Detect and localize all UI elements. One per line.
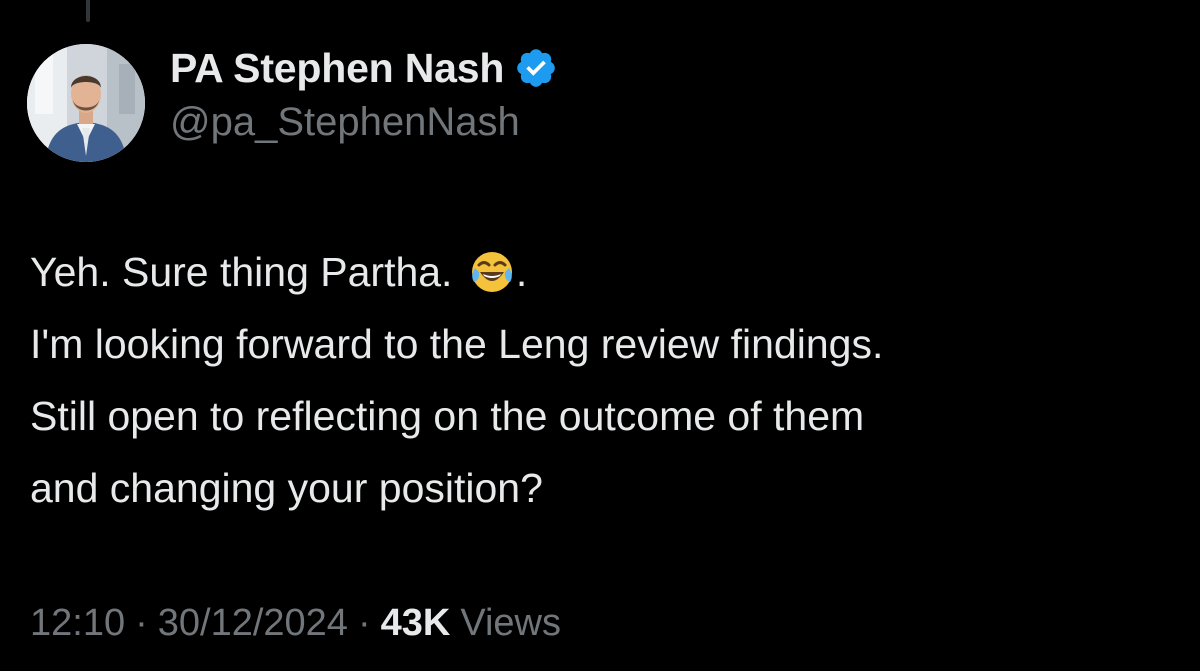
tweet-line-1-end: . [515, 249, 528, 295]
thread-connector-line [86, 0, 90, 22]
tweet-line-2: I'm looking forward to the Leng review f… [30, 321, 884, 367]
tweet-body: Yeh. Sure thing Partha. . I'm looking fo… [30, 236, 1180, 524]
profile-photo [27, 44, 145, 162]
author-handle[interactable]: @pa_StephenNash [170, 100, 558, 145]
tweet-line-3: Still open to reflecting on the outcome … [30, 393, 865, 439]
avatar[interactable] [27, 44, 145, 162]
meta-separator: · [357, 602, 371, 644]
verified-badge-icon[interactable] [514, 46, 558, 90]
author-display-name[interactable]: PA Stephen Nash [170, 45, 504, 92]
tweet-date[interactable]: 30/12/2024 [158, 602, 348, 645]
views-label[interactable]: Views [460, 602, 561, 645]
name-row: PA Stephen Nash [170, 40, 558, 96]
tweet-header: PA Stephen Nash @pa_StephenNash [170, 40, 558, 145]
views-count[interactable]: 43K [381, 602, 451, 645]
face-with-tears-of-joy-icon [470, 244, 514, 292]
tweet-line-1-text: Yeh. Sure thing Partha. [30, 249, 464, 295]
tweet-metadata: 12:10 · 30/12/2024 · 43K Views [30, 602, 561, 645]
tweet-line-4: and changing your position? [30, 465, 543, 511]
tweet-time[interactable]: 12:10 [30, 602, 125, 645]
meta-separator: · [135, 602, 148, 644]
tweet-line-1: Yeh. Sure thing Partha. . [30, 236, 1180, 308]
